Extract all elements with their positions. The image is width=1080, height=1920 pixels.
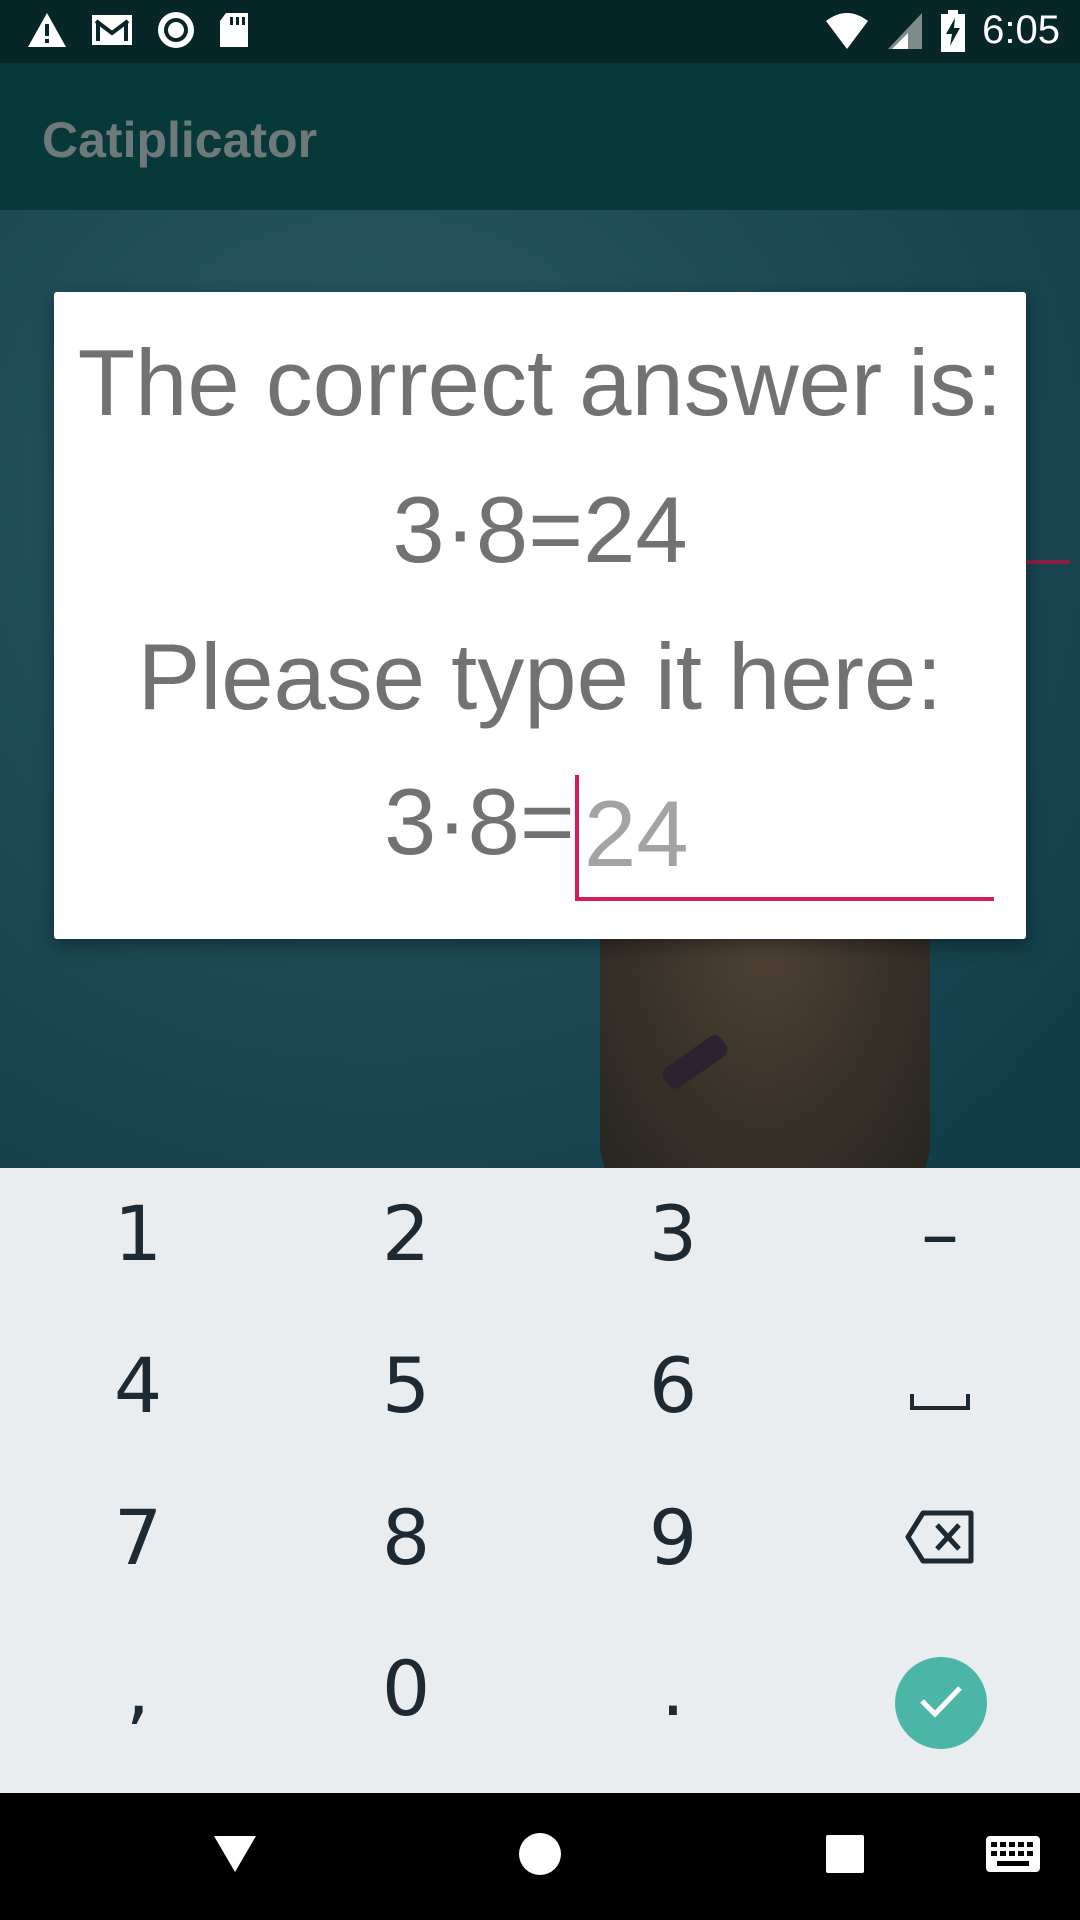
answer-dialog: The correct answer is: 3·8=24 Please typ…	[54, 292, 1026, 939]
app-bar: Catiplicator	[0, 63, 1080, 210]
recents-button[interactable]	[810, 1793, 880, 1920]
key-space[interactable]	[830, 1320, 1050, 1450]
home-button[interactable]	[505, 1793, 575, 1920]
back-icon	[212, 1834, 258, 1879]
key-comma[interactable]: ,	[28, 1623, 248, 1753]
key-1[interactable]: 1	[28, 1168, 248, 1298]
key-9[interactable]: 9	[563, 1472, 783, 1602]
key-8[interactable]: 8	[296, 1472, 516, 1602]
answer-row: 3·8=	[54, 767, 1026, 917]
key-period[interactable]: .	[563, 1623, 783, 1753]
key-0[interactable]: 0	[296, 1623, 516, 1753]
key-4[interactable]: 4	[28, 1320, 248, 1450]
recents-icon	[825, 1834, 865, 1879]
check-icon	[918, 1683, 964, 1724]
clock-time: 6:05	[982, 8, 1060, 52]
numeric-keyboard: 1 2 3 – 4 5 6 7 8 9 , 0 .	[0, 1168, 1080, 1793]
done-button[interactable]	[895, 1657, 987, 1749]
status-bar: 6:05	[0, 0, 1080, 63]
backspace-key[interactable]	[830, 1472, 1050, 1602]
home-icon	[518, 1832, 562, 1881]
keyboard-switch-button[interactable]	[968, 1793, 1058, 1920]
back-button[interactable]	[200, 1793, 270, 1920]
record-icon	[156, 10, 196, 50]
key-5[interactable]: 5	[296, 1320, 516, 1450]
correct-answer-equation: 3·8=24	[392, 477, 688, 582]
space-icon	[910, 1341, 970, 1430]
type-prompt-label: Please type it here:	[137, 624, 943, 729]
background-accent-line	[1026, 560, 1070, 564]
correct-answer-label: The correct answer is:	[77, 330, 1003, 435]
warning-icon	[26, 11, 68, 49]
wifi-icon	[824, 11, 870, 51]
answer-input[interactable]	[576, 771, 994, 901]
signal-icon	[886, 11, 924, 51]
text-caret	[575, 775, 579, 901]
keyboard-icon	[985, 1835, 1041, 1878]
gmail-icon	[90, 11, 134, 49]
key-7[interactable]: 7	[28, 1472, 248, 1602]
key-6[interactable]: 6	[563, 1320, 783, 1450]
app-title: Catiplicator	[42, 112, 318, 168]
sd-card-icon	[218, 11, 250, 49]
backspace-icon	[905, 1493, 975, 1582]
navigation-bar	[0, 1793, 1080, 1920]
key-3[interactable]: 3	[563, 1168, 783, 1298]
key-2[interactable]: 2	[296, 1168, 516, 1298]
battery-charging-icon	[940, 9, 966, 52]
key-minus[interactable]: –	[830, 1168, 1050, 1298]
answer-prefix: 3·8=	[384, 769, 575, 874]
